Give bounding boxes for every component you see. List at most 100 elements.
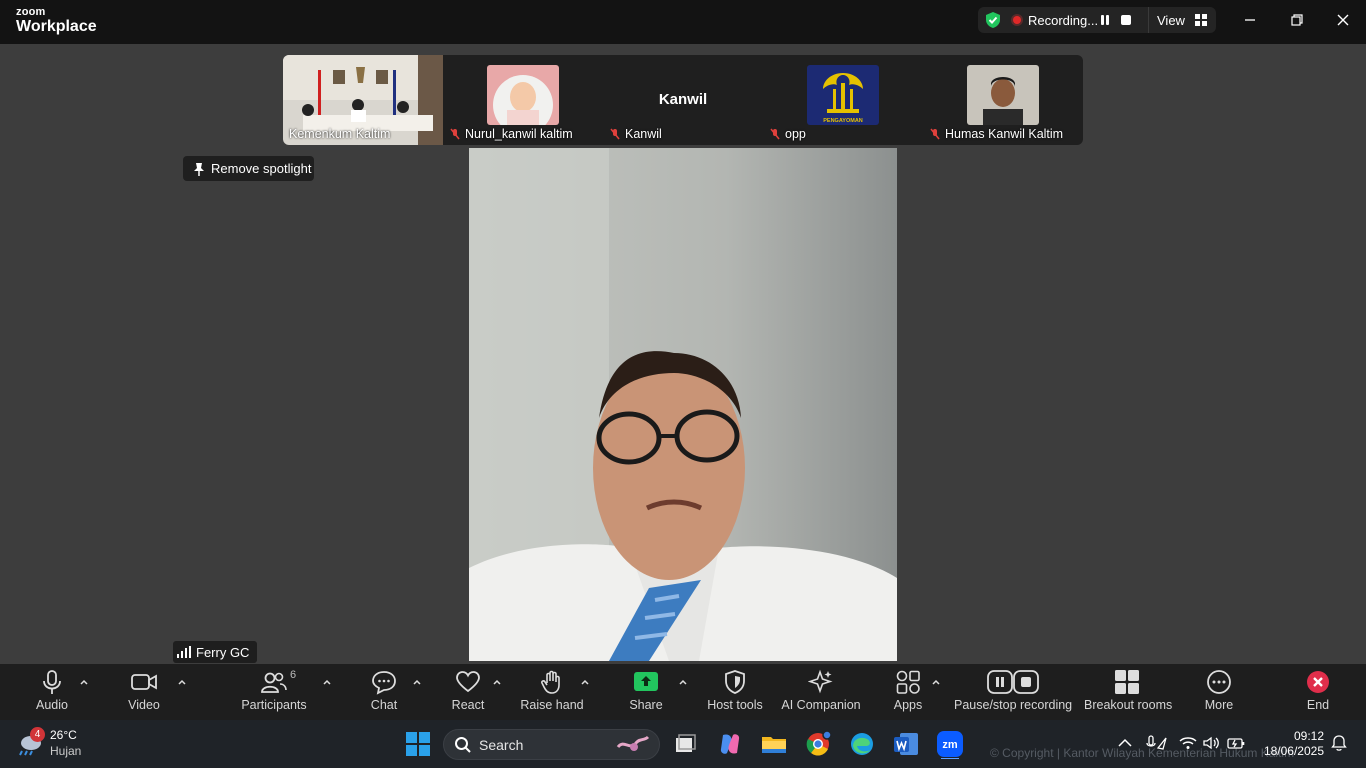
chat-button[interactable]: Chat — [356, 669, 412, 717]
chevron-up-tray-icon[interactable] — [1116, 734, 1134, 752]
host-tools-label: Host tools — [707, 698, 763, 712]
weather-widget[interactable]: 4 26°C Hujan — [16, 727, 106, 761]
react-options-chevron-up-icon[interactable] — [492, 677, 502, 687]
restore-icon[interactable] — [1287, 10, 1307, 30]
notification-bell-icon[interactable] — [1330, 734, 1348, 752]
copilot-icon[interactable] — [715, 729, 745, 759]
participant-name: Kemenkum Kaltim — [289, 127, 391, 141]
end-meeting-button[interactable]: End — [1296, 669, 1340, 717]
participant-name: Kanwil — [609, 127, 662, 141]
search-icon — [455, 737, 471, 753]
task-view-icon[interactable] — [670, 729, 700, 759]
audio-label: Audio — [36, 698, 68, 712]
pengayoman-logo: PENGAYOMAN — [807, 65, 879, 125]
share-screen-icon — [634, 672, 658, 691]
recording-dot-icon — [1013, 16, 1021, 24]
location-mic-tray-icon[interactable] — [1146, 734, 1168, 752]
windows-taskbar: 4 26°C Hujan Search zm © Copyright | Kan… — [0, 720, 1366, 768]
search-highlight-icon — [616, 735, 650, 751]
speaker-name: Ferry GC — [196, 644, 250, 660]
pause-stop-recording-label: Pause/stop recording — [954, 698, 1073, 712]
participant-tile-nurul[interactable]: Nurul_kanwil kaltim — [443, 55, 603, 145]
shield-icon — [725, 670, 745, 694]
chrome-icon[interactable] — [803, 729, 833, 759]
close-icon[interactable] — [1333, 10, 1353, 30]
sparkle-icon — [808, 669, 833, 694]
clock-time: 09:12 — [1293, 729, 1324, 743]
share-label: Share — [629, 698, 663, 712]
breakout-rooms-label: Breakout rooms — [1084, 698, 1173, 712]
recording-status: Recording... — [1028, 13, 1099, 28]
file-explorer-icon[interactable] — [759, 729, 789, 759]
breakout-rooms-icon — [1115, 670, 1139, 694]
raise-hand-button[interactable]: Raise hand — [520, 669, 584, 717]
chat-options-chevron-up-icon[interactable] — [412, 677, 422, 687]
word-icon[interactable] — [891, 729, 921, 759]
participants-options-chevron-up-icon[interactable] — [322, 677, 332, 687]
remove-spotlight-label: Remove spotlight — [211, 161, 312, 176]
share-button[interactable]: Share — [618, 669, 674, 717]
edge-icon[interactable] — [847, 729, 877, 759]
avatar — [487, 65, 559, 125]
signal-strength-icon — [177, 646, 191, 658]
volume-icon[interactable] — [1202, 734, 1220, 752]
pause-stop-recording-button[interactable]: Pause/stop recording — [954, 669, 1072, 717]
video-options-chevron-up-icon[interactable] — [177, 677, 187, 687]
participant-strip: Kemenkum Kaltim Nurul_kanwil kaltim Kanw… — [283, 55, 1083, 145]
system-clock[interactable]: 09:12 18/06/2025 — [1254, 729, 1324, 759]
video-label: Video — [128, 698, 160, 712]
shield-check-icon[interactable] — [984, 11, 1002, 29]
apps-icon — [896, 670, 920, 694]
apps-button[interactable]: Apps — [880, 669, 936, 717]
view-label: View — [1157, 13, 1185, 28]
weather-temp: 26°C — [50, 728, 77, 742]
logo-text: PENGAYOMAN — [823, 118, 863, 124]
participant-name: Humas Kanwil Kaltim — [929, 127, 1063, 141]
participant-tile-opp[interactable]: PENGAYOMAN opp — [763, 55, 923, 145]
host-tools-button[interactable]: Host tools — [704, 669, 766, 717]
zoom-logo: zoom Workplace — [16, 7, 97, 35]
chat-label: Chat — [370, 698, 398, 712]
breakout-rooms-button[interactable]: Breakout rooms — [1084, 669, 1173, 717]
windows-start-icon[interactable] — [403, 729, 433, 759]
muted-mic-icon — [450, 128, 460, 140]
recording-panel: Recording... View — [978, 7, 1216, 33]
stop-recording-icon[interactable] — [1119, 13, 1133, 27]
meeting-toolbar: Audio Video Participants 6 Chat React Ra… — [0, 664, 1366, 720]
wifi-icon[interactable] — [1179, 734, 1197, 752]
view-button[interactable]: View — [1148, 7, 1214, 33]
apps-options-chevron-up-icon[interactable] — [931, 677, 941, 687]
audio-button[interactable]: Audio — [22, 669, 82, 717]
audio-options-chevron-up-icon[interactable] — [79, 677, 89, 687]
participants-count: 6 — [290, 669, 297, 681]
clock-date: 18/06/2025 — [1263, 744, 1324, 758]
raise-hand-options-chevron-up-icon[interactable] — [580, 677, 590, 687]
participants-button[interactable]: Participants — [238, 669, 310, 717]
react-button[interactable]: React — [440, 669, 496, 717]
apps-label: Apps — [893, 698, 923, 712]
participant-tile-humas[interactable]: Humas Kanwil Kaltim — [923, 55, 1083, 145]
minimize-icon[interactable] — [1240, 10, 1260, 30]
end-label: End — [1306, 698, 1330, 712]
search-label: Search — [479, 737, 524, 753]
participant-tile-kemenkum[interactable]: Kemenkum Kaltim — [283, 55, 443, 145]
remove-spotlight-button[interactable]: Remove spotlight — [183, 156, 314, 181]
grid-view-icon — [1195, 14, 1207, 26]
svg-text:zm: zm — [942, 739, 958, 751]
react-label: React — [451, 698, 485, 712]
taskbar-search-box[interactable]: Search — [443, 729, 660, 760]
main-speaker-video[interactable] — [469, 148, 897, 661]
ai-companion-button[interactable]: AI Companion — [780, 669, 862, 717]
video-button[interactable]: Video — [114, 669, 174, 717]
raise-hand-icon — [541, 670, 560, 694]
pause-recording-icon[interactable] — [1098, 13, 1112, 27]
muted-mic-icon — [930, 128, 940, 140]
battery-icon[interactable] — [1227, 734, 1245, 752]
participant-tile-kanwil[interactable]: Kanwil Kanwil — [603, 55, 763, 145]
title-bar: zoom Workplace Recording... View — [0, 0, 1366, 44]
more-button[interactable]: More — [1192, 669, 1246, 717]
zoom-taskbar-icon[interactable]: zm — [935, 729, 965, 759]
logo-line-2: Workplace — [16, 18, 97, 35]
pause-stop-recording-icon — [987, 670, 1039, 694]
share-options-chevron-up-icon[interactable] — [678, 677, 688, 687]
